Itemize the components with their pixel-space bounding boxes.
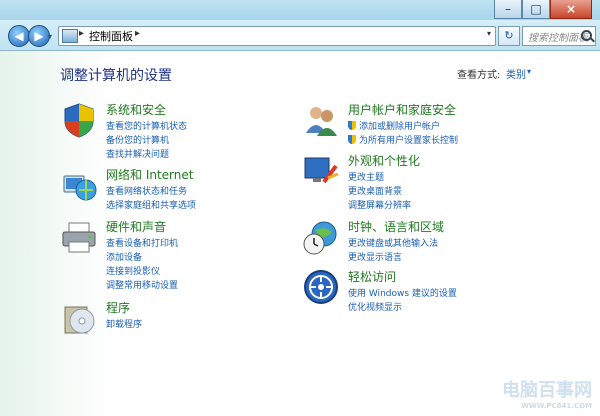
chevron-down-icon[interactable]: ▾ (527, 67, 531, 76)
back-button[interactable]: ◀ (8, 25, 30, 47)
search-input[interactable]: 搜索控制面板 (522, 26, 596, 46)
shield-flag-icon[interactable] (60, 101, 98, 139)
category-title[interactable]: 用户帐户和家庭安全 (348, 101, 456, 118)
address-dropdown-icon[interactable]: ▾ (487, 29, 491, 38)
users-icon[interactable] (302, 101, 340, 139)
printer-icon[interactable] (60, 218, 98, 256)
clock-globe-icon[interactable] (302, 218, 340, 256)
link-text[interactable]: 为所有用户设置家长控制 (359, 136, 458, 146)
maximize-button[interactable]: □ (522, 0, 550, 19)
category-title[interactable]: 轻松访问 (348, 268, 396, 285)
breadcrumb-separator[interactable]: ▸ (135, 28, 140, 39)
category-title[interactable]: 程序 (106, 299, 130, 316)
minimize-button[interactable]: – (494, 0, 522, 19)
navigation-bar: ◀ ▶ ▾ ▸ 控制面板 ▸ ▾ ↻ 搜索控制面板 (0, 20, 600, 51)
link-projector[interactable]: 连接到投影仪 (106, 264, 160, 277)
title-bar[interactable]: – □ × (0, 0, 600, 20)
link-network-status[interactable]: 查看网络状态和任务 (106, 184, 187, 197)
category-title[interactable]: 外观和个性化 (348, 152, 420, 169)
watermark-text: 电脑百事网 (502, 380, 592, 401)
link-text[interactable]: 添加或删除用户帐户 (359, 122, 440, 132)
link-display-language[interactable]: 更改显示语言 (348, 250, 402, 263)
control-panel-window: – □ × ◀ ▶ ▾ ▸ 控制面板 ▸ ▾ ↻ 搜索控制面板 调整计算机的设置… (0, 0, 600, 416)
monitor-paint-icon[interactable] (302, 152, 340, 190)
search-placeholder: 搜索控制面板 (528, 33, 588, 44)
category-title[interactable]: 硬件和声音 (106, 218, 166, 235)
uac-shield-icon (348, 121, 356, 130)
link-mobility[interactable]: 调整常用移动设置 (106, 278, 178, 291)
category-title[interactable]: 网络和 Internet (106, 166, 193, 183)
link-change-theme[interactable]: 更改主题 (348, 170, 384, 183)
watermark-url: WWW.PC841.COM (521, 402, 592, 410)
link-backup[interactable]: 备份您的计算机 (106, 133, 169, 146)
link-homegroup[interactable]: 选择家庭组和共享选项 (106, 198, 196, 211)
forward-button[interactable]: ▶ (28, 25, 50, 47)
control-panel-icon (62, 29, 78, 43)
page-title: 调整计算机的设置 (60, 68, 172, 84)
address-bar[interactable]: ▸ 控制面板 ▸ ▾ (58, 26, 496, 46)
link-desktop-background[interactable]: 更改桌面背景 (348, 184, 402, 197)
link-optimize-display[interactable]: 优化视频显示 (348, 300, 402, 313)
link-view-status[interactable]: 查看您的计算机状态 (106, 119, 187, 132)
breadcrumb-control-panel[interactable]: 控制面板 (89, 28, 133, 44)
link-parental-controls[interactable]: 为所有用户设置家长控制 (348, 133, 458, 146)
link-add-remove-accounts[interactable]: 添加或删除用户帐户 (348, 119, 440, 132)
link-keyboard-input[interactable]: 更改键盘或其他输入法 (348, 236, 438, 249)
view-by-select[interactable]: 类别 (506, 66, 526, 81)
main-content: 调整计算机的设置 查看方式: 类别 ▾ 系统和安全 查看您的计算机状态 备份您的… (0, 51, 600, 416)
site-watermark: 电脑百事网 WWW.PC841.COM (502, 376, 592, 410)
link-screen-resolution[interactable]: 调整屏幕分辨率 (348, 198, 411, 211)
programs-disc-icon[interactable] (60, 299, 98, 337)
uac-shield-icon (348, 135, 356, 144)
search-icon[interactable] (581, 30, 592, 41)
link-uninstall[interactable]: 卸载程序 (106, 317, 142, 330)
link-troubleshoot[interactable]: 查找并解决问题 (106, 147, 169, 160)
link-add-device[interactable]: 添加设备 (106, 250, 142, 263)
ease-of-access-icon[interactable] (302, 268, 340, 306)
category-title[interactable]: 系统和安全 (106, 101, 166, 118)
link-windows-suggested-settings[interactable]: 使用 Windows 建议的设置 (348, 286, 457, 299)
close-button[interactable]: × (550, 0, 592, 19)
breadcrumb-separator[interactable]: ▸ (79, 28, 84, 39)
view-by-label: 查看方式: (457, 70, 501, 81)
network-globe-icon[interactable] (60, 166, 98, 204)
refresh-button[interactable]: ↻ (498, 26, 520, 46)
caption-buttons: – □ × (494, 0, 592, 19)
recent-pages-dropdown[interactable]: ▾ (48, 32, 52, 41)
link-devices-printers[interactable]: 查看设备和打印机 (106, 236, 178, 249)
category-title[interactable]: 时钟、语言和区域 (348, 218, 444, 235)
